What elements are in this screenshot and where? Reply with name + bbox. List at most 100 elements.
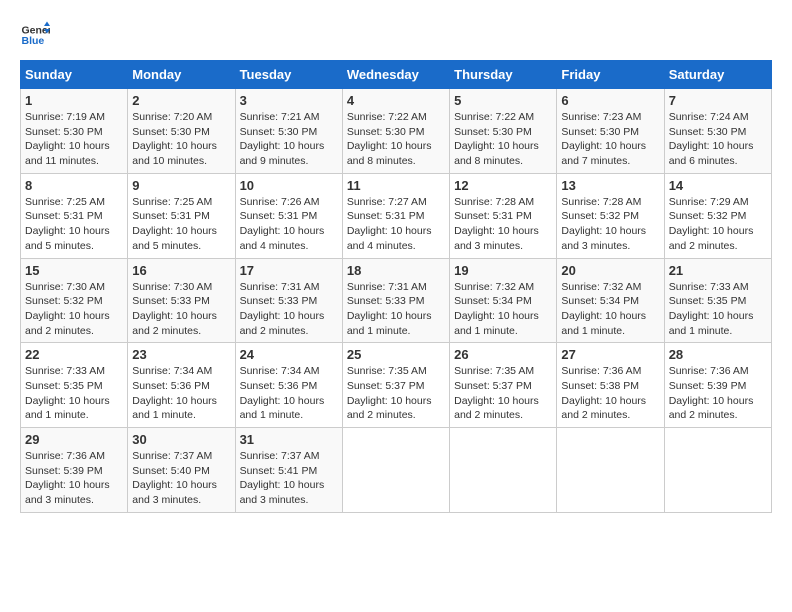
- week-row-1: 1 Sunrise: 7:19 AM Sunset: 5:30 PM Dayli…: [21, 89, 772, 174]
- day-cell: 22 Sunrise: 7:33 AM Sunset: 5:35 PM Dayl…: [21, 343, 128, 428]
- day-cell: 24 Sunrise: 7:34 AM Sunset: 5:36 PM Dayl…: [235, 343, 342, 428]
- day-detail: Sunrise: 7:30 AM Sunset: 5:32 PM Dayligh…: [25, 280, 123, 339]
- day-cell: 5 Sunrise: 7:22 AM Sunset: 5:30 PM Dayli…: [450, 89, 557, 174]
- day-cell: 10 Sunrise: 7:26 AM Sunset: 5:31 PM Dayl…: [235, 173, 342, 258]
- header-tuesday: Tuesday: [235, 61, 342, 89]
- day-number: 2: [132, 93, 230, 108]
- day-cell: 28 Sunrise: 7:36 AM Sunset: 5:39 PM Dayl…: [664, 343, 771, 428]
- day-cell: 31 Sunrise: 7:37 AM Sunset: 5:41 PM Dayl…: [235, 428, 342, 513]
- day-detail: Sunrise: 7:31 AM Sunset: 5:33 PM Dayligh…: [347, 280, 445, 339]
- calendar-header-row: SundayMondayTuesdayWednesdayThursdayFrid…: [21, 61, 772, 89]
- day-cell: 21 Sunrise: 7:33 AM Sunset: 5:35 PM Dayl…: [664, 258, 771, 343]
- day-detail: Sunrise: 7:28 AM Sunset: 5:32 PM Dayligh…: [561, 195, 659, 254]
- day-detail: Sunrise: 7:32 AM Sunset: 5:34 PM Dayligh…: [454, 280, 552, 339]
- header-monday: Monday: [128, 61, 235, 89]
- page-header: General Blue: [20, 20, 772, 50]
- day-detail: Sunrise: 7:32 AM Sunset: 5:34 PM Dayligh…: [561, 280, 659, 339]
- day-number: 30: [132, 432, 230, 447]
- svg-text:Blue: Blue: [22, 35, 45, 47]
- day-number: 22: [25, 347, 123, 362]
- day-detail: Sunrise: 7:33 AM Sunset: 5:35 PM Dayligh…: [669, 280, 767, 339]
- day-cell: 25 Sunrise: 7:35 AM Sunset: 5:37 PM Dayl…: [342, 343, 449, 428]
- day-number: 19: [454, 263, 552, 278]
- day-cell: [664, 428, 771, 513]
- day-number: 25: [347, 347, 445, 362]
- day-number: 12: [454, 178, 552, 193]
- day-detail: Sunrise: 7:27 AM Sunset: 5:31 PM Dayligh…: [347, 195, 445, 254]
- day-number: 21: [669, 263, 767, 278]
- day-number: 17: [240, 263, 338, 278]
- day-detail: Sunrise: 7:36 AM Sunset: 5:39 PM Dayligh…: [25, 449, 123, 508]
- day-detail: Sunrise: 7:37 AM Sunset: 5:40 PM Dayligh…: [132, 449, 230, 508]
- day-detail: Sunrise: 7:35 AM Sunset: 5:37 PM Dayligh…: [347, 364, 445, 423]
- day-detail: Sunrise: 7:33 AM Sunset: 5:35 PM Dayligh…: [25, 364, 123, 423]
- day-cell: 27 Sunrise: 7:36 AM Sunset: 5:38 PM Dayl…: [557, 343, 664, 428]
- day-cell: 18 Sunrise: 7:31 AM Sunset: 5:33 PM Dayl…: [342, 258, 449, 343]
- day-cell: 6 Sunrise: 7:23 AM Sunset: 5:30 PM Dayli…: [557, 89, 664, 174]
- day-detail: Sunrise: 7:37 AM Sunset: 5:41 PM Dayligh…: [240, 449, 338, 508]
- day-number: 20: [561, 263, 659, 278]
- day-detail: Sunrise: 7:22 AM Sunset: 5:30 PM Dayligh…: [454, 110, 552, 169]
- day-detail: Sunrise: 7:30 AM Sunset: 5:33 PM Dayligh…: [132, 280, 230, 339]
- day-cell: 16 Sunrise: 7:30 AM Sunset: 5:33 PM Dayl…: [128, 258, 235, 343]
- day-detail: Sunrise: 7:19 AM Sunset: 5:30 PM Dayligh…: [25, 110, 123, 169]
- day-detail: Sunrise: 7:36 AM Sunset: 5:39 PM Dayligh…: [669, 364, 767, 423]
- day-detail: Sunrise: 7:36 AM Sunset: 5:38 PM Dayligh…: [561, 364, 659, 423]
- day-cell: 7 Sunrise: 7:24 AM Sunset: 5:30 PM Dayli…: [664, 89, 771, 174]
- day-cell: 3 Sunrise: 7:21 AM Sunset: 5:30 PM Dayli…: [235, 89, 342, 174]
- day-detail: Sunrise: 7:23 AM Sunset: 5:30 PM Dayligh…: [561, 110, 659, 169]
- day-cell: 1 Sunrise: 7:19 AM Sunset: 5:30 PM Dayli…: [21, 89, 128, 174]
- day-number: 8: [25, 178, 123, 193]
- day-detail: Sunrise: 7:26 AM Sunset: 5:31 PM Dayligh…: [240, 195, 338, 254]
- day-cell: [450, 428, 557, 513]
- day-number: 28: [669, 347, 767, 362]
- day-cell: [342, 428, 449, 513]
- logo-icon: General Blue: [20, 20, 50, 50]
- day-cell: 15 Sunrise: 7:30 AM Sunset: 5:32 PM Dayl…: [21, 258, 128, 343]
- day-number: 6: [561, 93, 659, 108]
- day-detail: Sunrise: 7:35 AM Sunset: 5:37 PM Dayligh…: [454, 364, 552, 423]
- day-number: 29: [25, 432, 123, 447]
- day-detail: Sunrise: 7:29 AM Sunset: 5:32 PM Dayligh…: [669, 195, 767, 254]
- day-detail: Sunrise: 7:20 AM Sunset: 5:30 PM Dayligh…: [132, 110, 230, 169]
- day-detail: Sunrise: 7:34 AM Sunset: 5:36 PM Dayligh…: [240, 364, 338, 423]
- header-sunday: Sunday: [21, 61, 128, 89]
- day-number: 4: [347, 93, 445, 108]
- day-cell: 2 Sunrise: 7:20 AM Sunset: 5:30 PM Dayli…: [128, 89, 235, 174]
- day-detail: Sunrise: 7:21 AM Sunset: 5:30 PM Dayligh…: [240, 110, 338, 169]
- day-number: 16: [132, 263, 230, 278]
- day-number: 27: [561, 347, 659, 362]
- day-cell: 26 Sunrise: 7:35 AM Sunset: 5:37 PM Dayl…: [450, 343, 557, 428]
- day-detail: Sunrise: 7:31 AM Sunset: 5:33 PM Dayligh…: [240, 280, 338, 339]
- day-number: 5: [454, 93, 552, 108]
- week-row-5: 29 Sunrise: 7:36 AM Sunset: 5:39 PM Dayl…: [21, 428, 772, 513]
- day-detail: Sunrise: 7:34 AM Sunset: 5:36 PM Dayligh…: [132, 364, 230, 423]
- day-cell: 11 Sunrise: 7:27 AM Sunset: 5:31 PM Dayl…: [342, 173, 449, 258]
- day-cell: 8 Sunrise: 7:25 AM Sunset: 5:31 PM Dayli…: [21, 173, 128, 258]
- week-row-3: 15 Sunrise: 7:30 AM Sunset: 5:32 PM Dayl…: [21, 258, 772, 343]
- day-number: 11: [347, 178, 445, 193]
- day-cell: 23 Sunrise: 7:34 AM Sunset: 5:36 PM Dayl…: [128, 343, 235, 428]
- day-number: 24: [240, 347, 338, 362]
- week-row-2: 8 Sunrise: 7:25 AM Sunset: 5:31 PM Dayli…: [21, 173, 772, 258]
- day-number: 26: [454, 347, 552, 362]
- day-cell: 14 Sunrise: 7:29 AM Sunset: 5:32 PM Dayl…: [664, 173, 771, 258]
- day-number: 9: [132, 178, 230, 193]
- day-number: 1: [25, 93, 123, 108]
- day-cell: 17 Sunrise: 7:31 AM Sunset: 5:33 PM Dayl…: [235, 258, 342, 343]
- day-cell: 20 Sunrise: 7:32 AM Sunset: 5:34 PM Dayl…: [557, 258, 664, 343]
- header-wednesday: Wednesday: [342, 61, 449, 89]
- day-number: 18: [347, 263, 445, 278]
- day-detail: Sunrise: 7:24 AM Sunset: 5:30 PM Dayligh…: [669, 110, 767, 169]
- day-number: 13: [561, 178, 659, 193]
- day-cell: 29 Sunrise: 7:36 AM Sunset: 5:39 PM Dayl…: [21, 428, 128, 513]
- day-number: 7: [669, 93, 767, 108]
- day-number: 10: [240, 178, 338, 193]
- day-cell: 13 Sunrise: 7:28 AM Sunset: 5:32 PM Dayl…: [557, 173, 664, 258]
- calendar-table: SundayMondayTuesdayWednesdayThursdayFrid…: [20, 60, 772, 513]
- day-detail: Sunrise: 7:25 AM Sunset: 5:31 PM Dayligh…: [25, 195, 123, 254]
- day-detail: Sunrise: 7:25 AM Sunset: 5:31 PM Dayligh…: [132, 195, 230, 254]
- header-friday: Friday: [557, 61, 664, 89]
- day-cell: 30 Sunrise: 7:37 AM Sunset: 5:40 PM Dayl…: [128, 428, 235, 513]
- day-cell: [557, 428, 664, 513]
